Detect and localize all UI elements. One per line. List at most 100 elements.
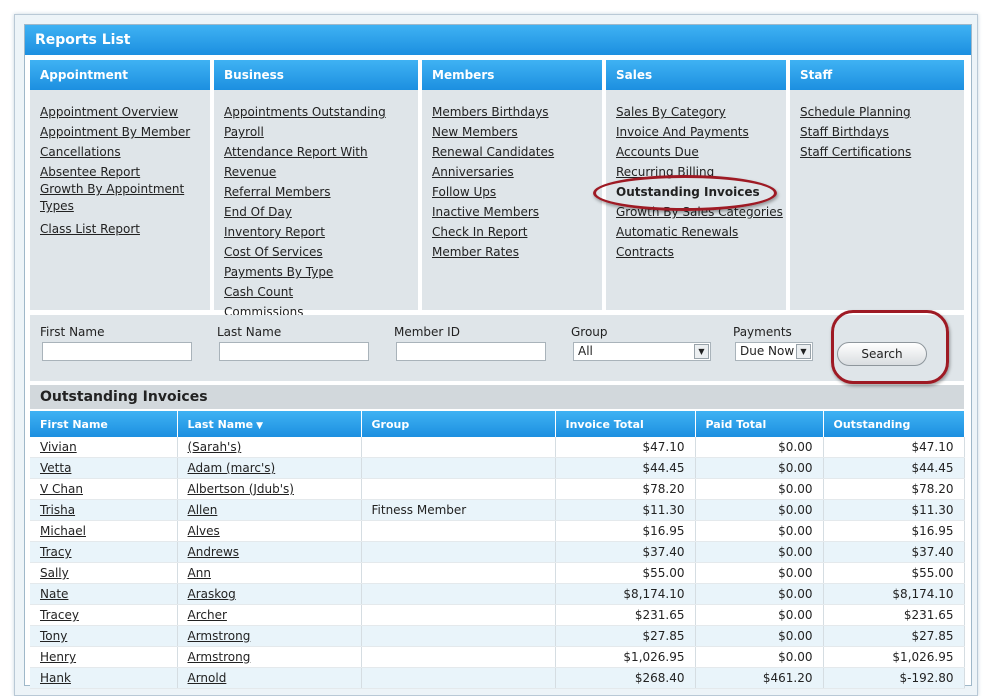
- report-link[interactable]: Appointments Outstanding: [224, 105, 386, 119]
- report-link[interactable]: Class List Report: [40, 222, 140, 236]
- search-form: First Name Last Name Member ID Group All…: [30, 315, 964, 381]
- report-link[interactable]: Appointment By Member: [40, 125, 190, 139]
- member-link[interactable]: (Sarah's): [188, 440, 242, 454]
- report-link[interactable]: Payroll: [224, 125, 264, 139]
- reports-panel: Reports List Appointment Appointment Ove…: [24, 24, 972, 689]
- report-link[interactable]: Members Birthdays: [432, 105, 549, 119]
- panel-title: Reports List: [25, 25, 971, 55]
- member-link[interactable]: Arnold: [188, 671, 227, 685]
- report-link[interactable]: Accounts Due: [616, 145, 699, 159]
- member-link[interactable]: Alves: [188, 524, 220, 538]
- first-name-input[interactable]: [42, 342, 192, 361]
- member-link[interactable]: Vivian: [40, 440, 77, 454]
- report-list-item: Staff Certifications: [800, 142, 964, 162]
- member-link[interactable]: Nate: [40, 587, 68, 601]
- report-categories: Appointment Appointment Overview Appointm…: [25, 60, 971, 319]
- table-row: Vetta Adam (marc's) $44.45 $0.00 $44.45: [30, 457, 965, 479]
- report-link[interactable]: Staff Birthdays: [800, 125, 889, 139]
- cell-outstanding: $1,026.95: [823, 646, 965, 668]
- report-list: Appointments Outstanding Payroll Attendanc…: [214, 90, 418, 322]
- report-list-item: Payments By Type: [224, 262, 418, 282]
- member-link[interactable]: Michael: [40, 524, 86, 538]
- member-link[interactable]: Henry: [40, 650, 76, 664]
- column-header-group[interactable]: Group: [361, 411, 556, 437]
- cell-paid-total: $0.00: [695, 625, 824, 647]
- table-row: Tony Armstrong $27.85 $0.00 $27.85: [30, 625, 965, 647]
- report-link[interactable]: Inactive Members: [432, 205, 539, 219]
- cell-invoice-total: $27.85: [555, 625, 696, 647]
- table-header-row: First Name Last Name ▼ Group Invoice Tota…: [30, 411, 965, 437]
- report-link[interactable]: Attendance Report With Revenue: [224, 145, 368, 179]
- report-link[interactable]: Anniversaries: [432, 165, 514, 179]
- report-list-item: Attendance Report With Revenue: [224, 142, 418, 182]
- cell-last-name: Allen: [177, 499, 362, 521]
- group-label: Group: [571, 325, 608, 339]
- cell-first-name: Tracey: [30, 604, 178, 626]
- report-link[interactable]: New Members: [432, 125, 518, 139]
- report-link[interactable]: Sales By Category: [616, 105, 726, 119]
- cell-group: [361, 437, 556, 458]
- column-header-first-name[interactable]: First Name: [30, 411, 178, 437]
- member-link[interactable]: Andrews: [188, 545, 240, 559]
- member-link[interactable]: Allen: [188, 503, 218, 517]
- dropdown-arrow-icon[interactable]: ▼: [796, 344, 811, 359]
- cell-group: [361, 604, 556, 626]
- cell-first-name: Sally: [30, 562, 178, 584]
- invoices-table: First Name Last Name ▼ Group Invoice Tota…: [30, 411, 965, 689]
- report-link[interactable]: Check In Report: [432, 225, 527, 239]
- table-row: Trisha Allen Fitness Member $11.30 $0.00 $11.…: [30, 499, 965, 521]
- member-link[interactable]: Albertson (Jdub's): [188, 482, 295, 496]
- report-link[interactable]: Follow Ups: [432, 185, 496, 199]
- report-link[interactable]: Growth By Appointment Types: [40, 182, 184, 213]
- report-link[interactable]: Cash Count: [224, 285, 293, 299]
- table-row: V Chan Albertson (Jdub's) $78.20 $0.00 $78.2…: [30, 478, 965, 500]
- report-link[interactable]: Renewal Candidates: [432, 145, 554, 159]
- member-link[interactable]: Armstrong: [188, 629, 251, 643]
- report-link[interactable]: Invoice And Payments: [616, 125, 749, 139]
- report-list-item: Absentee Report: [40, 162, 210, 182]
- member-link[interactable]: Ann: [188, 566, 211, 580]
- table-row: Tracey Archer $231.65 $0.00 $231.65: [30, 604, 965, 626]
- report-list-item: Appointment Overview: [40, 102, 210, 122]
- report-link[interactable]: Automatic Renewals: [616, 225, 738, 239]
- member-link[interactable]: Vetta: [40, 461, 71, 475]
- cell-outstanding: $231.65: [823, 604, 965, 626]
- group-select[interactable]: All ▼: [573, 342, 711, 361]
- report-link[interactable]: Referral Members: [224, 185, 331, 199]
- report-link[interactable]: Member Rates: [432, 245, 519, 259]
- member-link[interactable]: Tracy: [40, 545, 72, 559]
- payments-label: Payments: [733, 325, 792, 339]
- report-link[interactable]: Cancellations: [40, 145, 121, 159]
- member-link[interactable]: Tracey: [40, 608, 79, 622]
- member-link[interactable]: Adam (marc's): [188, 461, 276, 475]
- payments-filter: Payments Due Now ▼: [733, 325, 813, 361]
- column-header-paid-total[interactable]: Paid Total: [695, 411, 824, 437]
- member-link[interactable]: Trisha: [40, 503, 75, 517]
- report-link[interactable]: Staff Certifications: [800, 145, 911, 159]
- report-link[interactable]: Absentee Report: [40, 165, 140, 179]
- report-link[interactable]: Appointment Overview: [40, 105, 178, 119]
- report-link[interactable]: Inventory Report: [224, 225, 325, 239]
- member-link[interactable]: Tony: [40, 629, 67, 643]
- member-link[interactable]: V Chan: [40, 482, 83, 496]
- report-link[interactable]: Schedule Planning: [800, 105, 911, 119]
- cell-last-name: Albertson (Jdub's): [177, 478, 362, 500]
- column-header-invoice-total[interactable]: Invoice Total: [555, 411, 696, 437]
- report-link[interactable]: Payments By Type: [224, 265, 333, 279]
- member-link[interactable]: Armstrong: [188, 650, 251, 664]
- column-header-outstanding[interactable]: Outstanding: [823, 411, 965, 437]
- member-id-input[interactable]: [396, 342, 546, 361]
- payments-select[interactable]: Due Now ▼: [735, 342, 813, 361]
- column-header-last-name[interactable]: Last Name ▼: [177, 411, 362, 437]
- cell-invoice-total: $47.10: [555, 437, 696, 458]
- member-link[interactable]: Archer: [188, 608, 227, 622]
- last-name-input[interactable]: [219, 342, 369, 361]
- cell-paid-total: $0.00: [695, 562, 824, 584]
- report-link[interactable]: End Of Day: [224, 205, 292, 219]
- member-link[interactable]: Sally: [40, 566, 69, 580]
- dropdown-arrow-icon[interactable]: ▼: [694, 344, 709, 359]
- member-link[interactable]: Araskog: [188, 587, 236, 601]
- report-link[interactable]: Contracts: [616, 245, 674, 259]
- report-link[interactable]: Cost Of Services: [224, 245, 323, 259]
- member-link[interactable]: Hank: [40, 671, 71, 685]
